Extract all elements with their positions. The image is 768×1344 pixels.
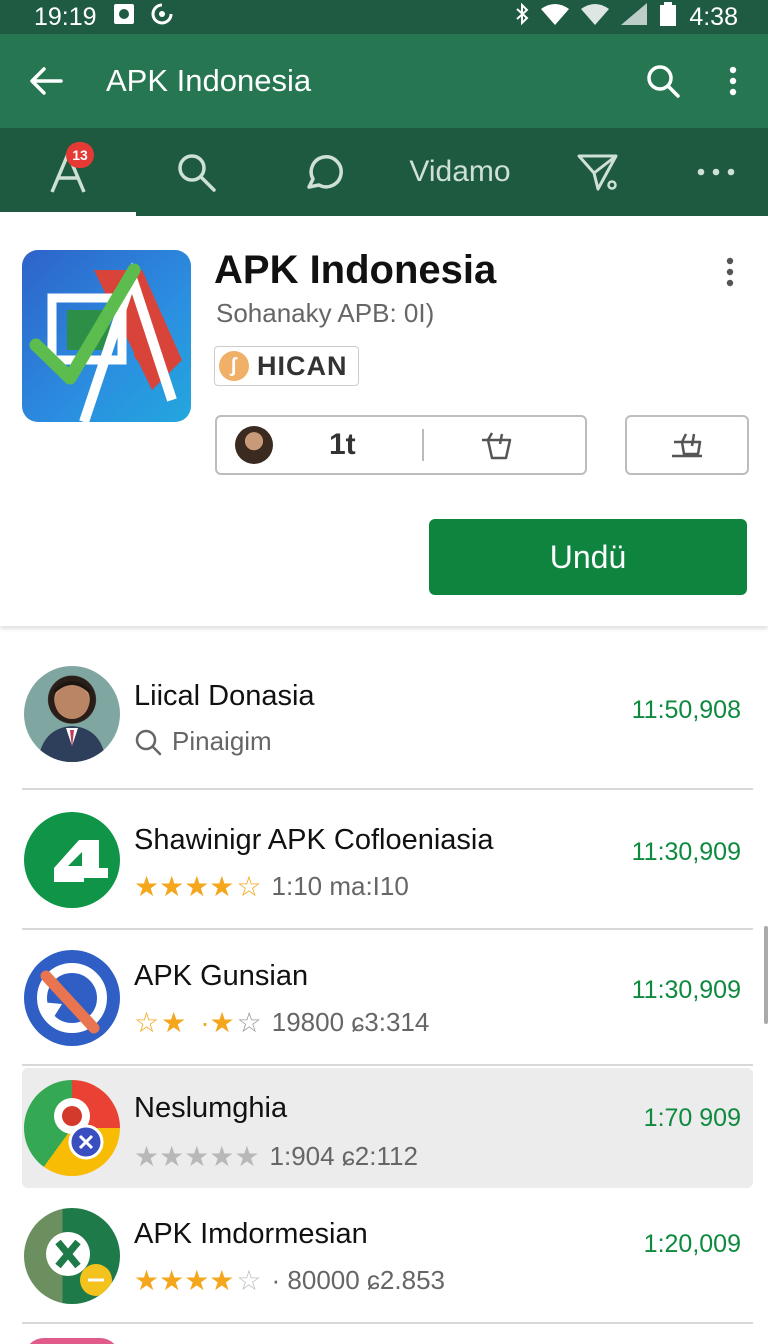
list-item-value: 1:20,009 xyxy=(643,1230,741,1258)
more-horizontal-icon xyxy=(697,168,735,176)
rating-stars: ★★★★ ☆ xyxy=(134,871,262,902)
status-battery-time: 4:38 xyxy=(689,2,738,31)
app-title: APK Indonesia xyxy=(214,248,497,292)
list-item-title: APK Imdormesian xyxy=(134,1218,368,1250)
arrow-left-icon xyxy=(30,67,63,95)
wishlist-icon xyxy=(672,433,702,458)
list-item-title: Neslumghia xyxy=(134,1092,288,1124)
tab-send[interactable] xyxy=(532,128,664,216)
tab-vidamo[interactable]: Vidamo xyxy=(388,128,532,216)
list-item-partial xyxy=(22,1338,753,1344)
notification-icon xyxy=(113,3,135,32)
search-icon xyxy=(178,154,216,192)
status-bar: 19:19 4:38 xyxy=(0,0,768,34)
status-time: 19:19 xyxy=(34,2,97,31)
tab-more[interactable] xyxy=(664,128,768,216)
tab-bar: 13 Vidamo xyxy=(0,128,768,216)
overflow-menu-button[interactable] xyxy=(698,34,768,128)
share-icon xyxy=(481,432,511,460)
developer-avatar[interactable] xyxy=(235,426,273,464)
more-vertical-icon xyxy=(726,257,734,287)
tag-icon: ʃ xyxy=(219,351,249,381)
install-button[interactable]: Undü xyxy=(429,519,747,595)
list-item-value: 11:50,908 xyxy=(631,696,741,724)
signal-icon xyxy=(621,2,648,32)
app-subtitle: Sohanaky APB: 0I) xyxy=(216,298,435,328)
list-item[interactable]: APK Imdormesian ★★★★ ☆ · 80000 ɕ2.853 1:2… xyxy=(22,1190,753,1324)
list-item-title: Liical Donasia xyxy=(134,680,315,712)
list-item-meta: ★★★★ ☆ 1:10 ma:I10 xyxy=(134,870,409,903)
share-button[interactable] xyxy=(478,430,514,460)
avatar xyxy=(24,666,120,762)
tab-badge: 13 xyxy=(66,142,94,168)
search-button[interactable] xyxy=(628,34,698,128)
list-item-meta-text: 1:904 ɕ2:112 xyxy=(269,1141,418,1171)
search-icon xyxy=(647,65,680,98)
list-item-value: 11:30,909 xyxy=(631,838,741,866)
list-item-meta: ☆ ★ ·★ ☆ 19800 ɕ3:314 xyxy=(134,1006,429,1039)
list-item-selected[interactable]: Neslumghia ★★★★★ 1:904 ɕ2:112 1:70 909 xyxy=(22,1068,753,1188)
list-item-meta-text: 19800 ɕ3:314 xyxy=(271,1007,430,1037)
send-plane-icon xyxy=(577,154,618,191)
more-vertical-icon xyxy=(729,66,737,96)
chat-bubble-icon xyxy=(307,155,343,189)
rating-stars: ★★★★★ xyxy=(134,1141,260,1172)
wifi-icon xyxy=(541,3,570,32)
avatar xyxy=(24,1080,120,1176)
rating-stars: ☆ ★ ·★ ☆ xyxy=(134,1007,262,1038)
list-item-subtitle: Pinaigim xyxy=(134,726,272,757)
list-item-value: 11:30,909 xyxy=(631,976,741,1004)
scrollbar[interactable] xyxy=(764,926,768,1024)
wifi-secondary-icon xyxy=(581,3,610,32)
list-item-title: Shawinigr APK Cofloeniasia xyxy=(134,824,494,856)
back-button[interactable] xyxy=(0,34,92,128)
avatar xyxy=(24,1208,120,1304)
action-divider xyxy=(421,429,424,461)
list-item-value: 1:70 909 xyxy=(643,1104,741,1132)
app-logo-icon xyxy=(22,250,191,422)
app-bar-title: APK Indonesia xyxy=(106,63,312,98)
tab-apps[interactable]: 13 xyxy=(0,128,136,216)
app-rating-count: 1t xyxy=(329,428,356,461)
tab-vidamo-label: Vidamo xyxy=(409,155,511,188)
rating-stars: ★★★★ ☆ xyxy=(134,1265,262,1296)
list-item-subtitle-text: Pinaigim xyxy=(172,726,272,756)
wishlist-button[interactable] xyxy=(625,415,749,475)
search-icon xyxy=(135,729,162,755)
app-bar: APK Indonesia xyxy=(0,34,768,128)
app-category-tag[interactable]: ʃ HICAN xyxy=(214,346,359,386)
sync-icon xyxy=(151,3,173,32)
tab-chat[interactable] xyxy=(256,128,388,216)
app-category-label: HICAN xyxy=(257,350,348,381)
app-overflow-button[interactable] xyxy=(712,252,748,292)
list-item[interactable]: Liical Donasia Pinaigim 11:50,908 xyxy=(22,646,753,790)
list-item-meta-text: · 80000 ɕ2.853 xyxy=(271,1265,445,1295)
bluetooth-icon xyxy=(515,2,529,32)
tab-search[interactable] xyxy=(136,128,256,216)
avatar xyxy=(24,1338,120,1344)
list-item-title: APK Gunsian xyxy=(134,960,309,992)
battery-icon xyxy=(659,1,677,33)
list-item-meta: ★★★★ ☆ · 80000 ɕ2.853 xyxy=(134,1264,445,1297)
list-item[interactable]: Shawinigr APK Cofloeniasia ★★★★ ☆ 1:10 ma… xyxy=(22,792,753,930)
avatar xyxy=(24,812,120,908)
list-item-meta-text: 1:10 ma:I10 xyxy=(271,871,409,901)
list-item[interactable]: APK Gunsian ☆ ★ ·★ ☆ 19800 ɕ3:314 11:30,909 xyxy=(22,932,753,1066)
app-action-group: 1t xyxy=(215,415,587,475)
avatar xyxy=(24,950,120,1046)
list-item-meta: ★★★★★ 1:904 ɕ2:112 xyxy=(134,1140,418,1173)
app-detail-card: APK Indonesia Sohanaky APB: 0I) ʃ HICAN … xyxy=(0,216,768,626)
